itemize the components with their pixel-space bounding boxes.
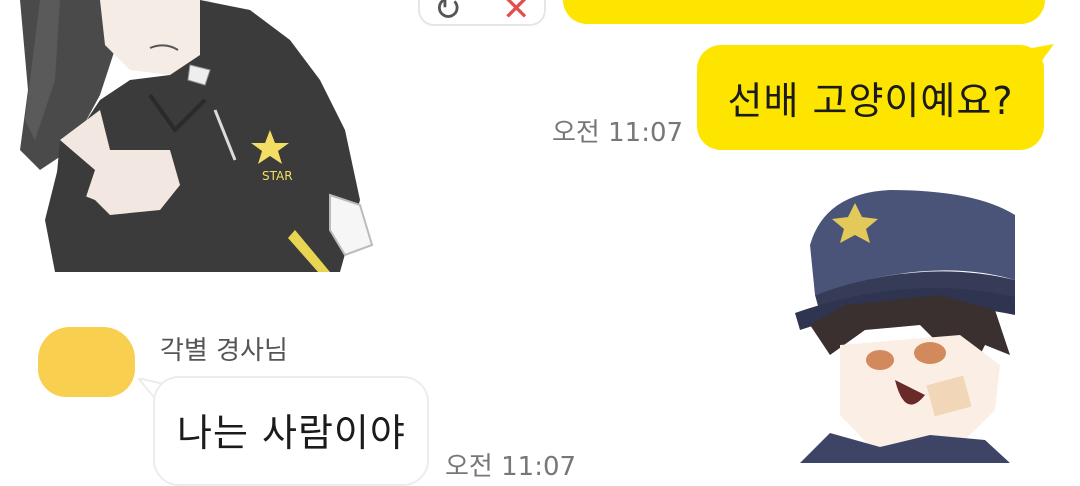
avatar[interactable] [38, 327, 135, 397]
sender-name: 각별 경사님 [160, 336, 288, 366]
their-message-text: 나는 사람이야 [177, 411, 406, 455]
police-officer-sticker[interactable] [770, 185, 1020, 463]
my-message-text: 선배 고양이예요? [727, 79, 1014, 123]
my-bubble-tail [1032, 44, 1054, 66]
resend-icon[interactable]: ↻ [434, 0, 463, 26]
their-message-timestamp: 오전 11:07 [445, 452, 577, 482]
their-message-bubble[interactable]: 나는 사람이야 [153, 376, 429, 486]
my-message-timestamp: 오전 11:07 [552, 118, 684, 148]
previous-message-bubble[interactable] [563, 0, 1045, 24]
star-logo-text: STAR [262, 169, 293, 183]
my-message-bubble[interactable]: 선배 고양이예요? [697, 45, 1044, 150]
failed-message-actions: ↻ ✕ [418, 0, 546, 26]
cancel-icon[interactable]: ✕ [502, 0, 531, 26]
hoodie-character-sticker[interactable]: STAR [0, 0, 400, 272]
